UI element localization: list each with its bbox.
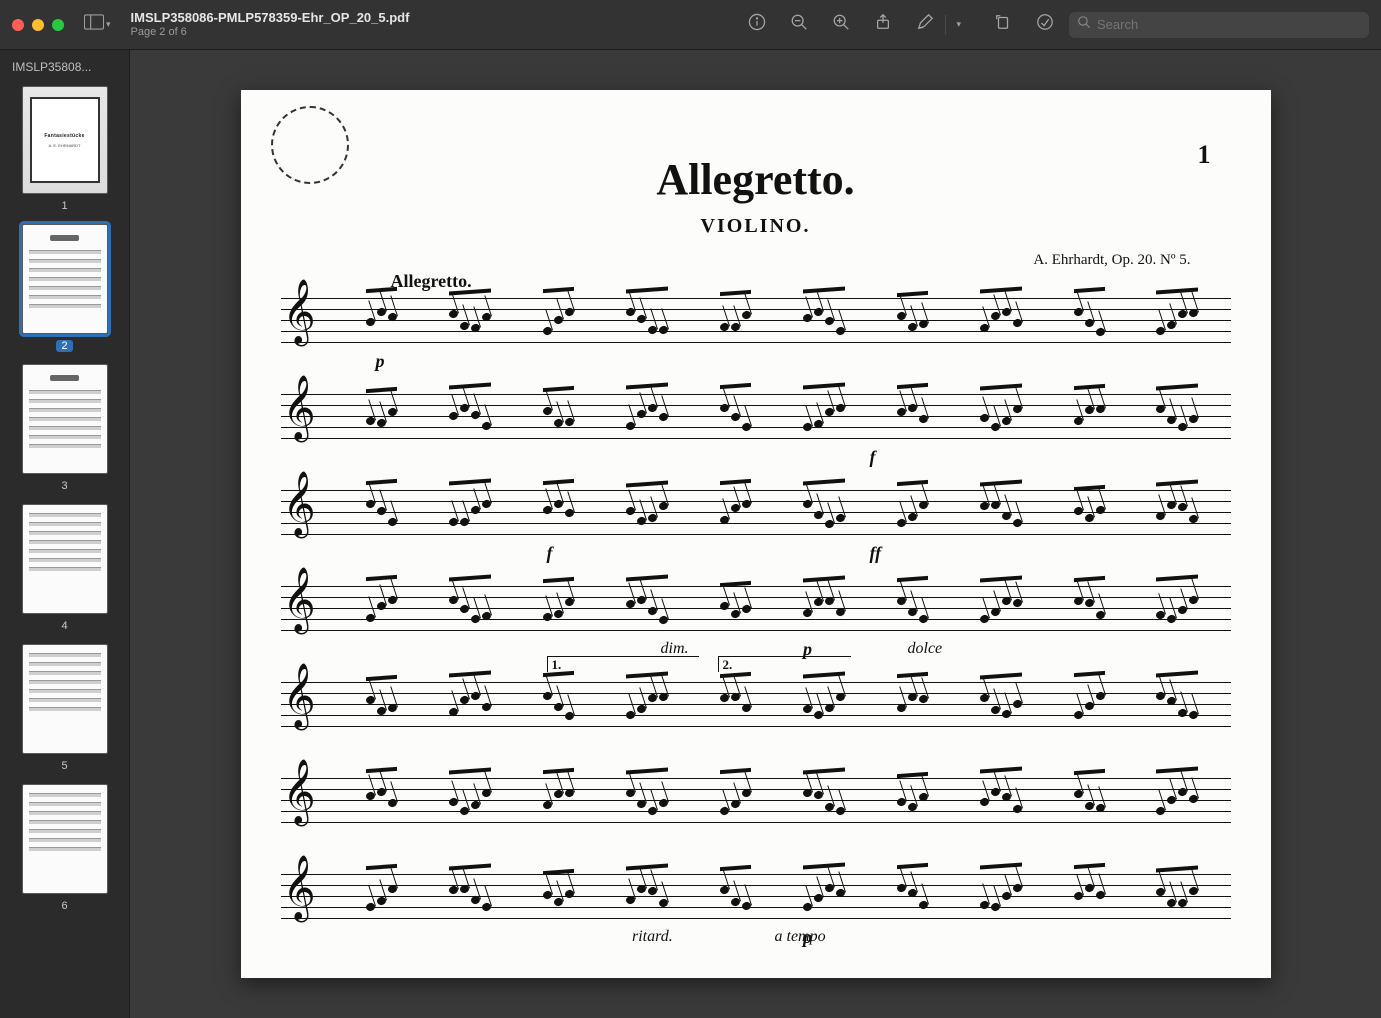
window-controls (12, 19, 64, 31)
title-block: IMSLP358086-PMLP578359-Ehr_OP_20_5.pdf P… (131, 10, 410, 39)
search-box[interactable] (1069, 12, 1369, 38)
rotate-icon (994, 13, 1012, 36)
markup-button[interactable] (915, 15, 935, 35)
sheet-page-number: 1 (1198, 140, 1211, 170)
staff-system: 𝄞 (281, 778, 1231, 822)
zoom-out-button[interactable] (789, 15, 809, 35)
thumbnail-image (22, 504, 108, 614)
treble-clef-icon: 𝄞 (283, 572, 316, 628)
expression-marking: dolce (908, 640, 943, 658)
thumbnail-page-number: 4 (61, 620, 67, 632)
composer-label: A. Ehrhardt, Op. 20. Nº 5. (281, 252, 1191, 269)
main: IMSLP35808... FantasiestückeA. E. EHRHAR… (0, 50, 1381, 1018)
document-viewport[interactable]: 1 Allegretto. VIOLINO. A. Ehrhardt, Op. … (130, 50, 1381, 1018)
toolbar: ▾ (747, 15, 1055, 35)
note-row (341, 864, 1225, 928)
info-button[interactable] (747, 15, 767, 35)
thumbnail-page-5[interactable]: 5 (22, 644, 108, 772)
note-row (341, 768, 1225, 832)
thumbnail-page-3[interactable]: 3 (22, 364, 108, 492)
expression-marking: ritard. (632, 928, 673, 946)
note-row (341, 384, 1225, 448)
markup-menu-button[interactable]: ▾ (956, 19, 961, 30)
page-indicator: Page 2 of 6 (131, 26, 410, 39)
thumbnail-page-number: 6 (61, 900, 67, 912)
thumbnail-page-number: 3 (61, 480, 67, 492)
chevron-down-icon: ▾ (106, 19, 111, 30)
thumbnails-list: FantasiestückeA. E. EHRHARDT 1 2 3 4 5 6 (0, 80, 129, 932)
note-row (341, 576, 1225, 640)
staff-system: 𝄞1.2. (281, 682, 1231, 726)
zoom-out-icon (790, 13, 808, 36)
close-button[interactable] (12, 19, 24, 31)
dynamic-marking: p (376, 351, 385, 372)
thumbnail-image (22, 644, 108, 754)
thumbnail-page-2[interactable]: 2 (22, 224, 108, 352)
treble-clef-icon: 𝄞 (283, 860, 316, 916)
staff-system: 𝄞f (281, 394, 1231, 438)
titlebar: ▾ IMSLP358086-PMLP578359-Ehr_OP_20_5.pdf… (0, 0, 1381, 50)
note-row (341, 672, 1225, 736)
dynamic-marking: f (547, 543, 553, 564)
volta-bracket: 1. (547, 656, 699, 672)
sidebar-toggle[interactable]: ▾ (84, 14, 111, 35)
annotate-button[interactable] (1035, 15, 1055, 35)
thumbnail-image (22, 224, 108, 334)
document-title: IMSLP358086-PMLP578359-Ehr_OP_20_5.pdf (131, 10, 410, 26)
sidebar-icon (84, 14, 104, 35)
expression-marking: a tempo (775, 928, 826, 946)
thumbnail-page-1[interactable]: FantasiestückeA. E. EHRHARDT 1 (22, 86, 108, 212)
piece-title: Allegretto. (281, 154, 1231, 205)
note-row (341, 288, 1225, 352)
search-input[interactable] (1097, 17, 1361, 32)
treble-clef-icon: 𝄞 (283, 476, 316, 532)
volta-bracket: 2. (718, 656, 851, 672)
thumbnail-image (22, 784, 108, 894)
note-row (341, 480, 1225, 544)
fullscreen-button[interactable] (52, 19, 64, 31)
minimize-button[interactable] (32, 19, 44, 31)
pencil-icon (916, 13, 934, 36)
sidebar-file-label: IMSLP35808... (0, 50, 129, 80)
instrument-label: VIOLINO. (281, 215, 1231, 238)
zoom-in-button[interactable] (831, 15, 851, 35)
treble-clef-icon: 𝄞 (283, 380, 316, 436)
thumbnail-page-number: 1 (61, 200, 67, 212)
search-icon (1077, 15, 1091, 34)
thumbnail-page-6[interactable]: 6 (22, 784, 108, 912)
info-icon (748, 13, 766, 36)
staff-system: 𝄞p (281, 298, 1231, 342)
thumbnail-page-4[interactable]: 4 (22, 504, 108, 632)
thumbnail-image (22, 364, 108, 474)
divider (945, 15, 946, 35)
staff-system: 𝄞fff (281, 490, 1231, 534)
library-stamp (271, 106, 349, 184)
highlighter-icon (1036, 13, 1054, 36)
zoom-in-icon (832, 13, 850, 36)
thumbnail-page-number: 5 (61, 760, 67, 772)
treble-clef-icon: 𝄞 (283, 764, 316, 820)
staff-system: 𝄞ritard.a tempop (281, 874, 1231, 918)
dynamic-marking: p (803, 927, 812, 948)
thumbnail-sidebar: IMSLP35808... FantasiestückeA. E. EHRHAR… (0, 50, 130, 1018)
music-systems: 𝄞p𝄞f𝄞fff𝄞dim.pdolce𝄞1.2.𝄞𝄞ritard.a tempo… (281, 298, 1231, 918)
treble-clef-icon: 𝄞 (283, 284, 316, 340)
dynamic-marking: f (870, 447, 876, 468)
share-button[interactable] (873, 15, 893, 35)
dynamic-marking: ff (870, 543, 882, 564)
treble-clef-icon: 𝄞 (283, 668, 316, 724)
thumbnail-page-number: 2 (56, 340, 72, 352)
rotate-button[interactable] (993, 15, 1013, 35)
thumbnail-image: FantasiestückeA. E. EHRHARDT (22, 86, 108, 194)
sheet-page: 1 Allegretto. VIOLINO. A. Ehrhardt, Op. … (241, 90, 1271, 978)
share-icon (874, 13, 892, 36)
staff-system: 𝄞dim.pdolce (281, 586, 1231, 630)
